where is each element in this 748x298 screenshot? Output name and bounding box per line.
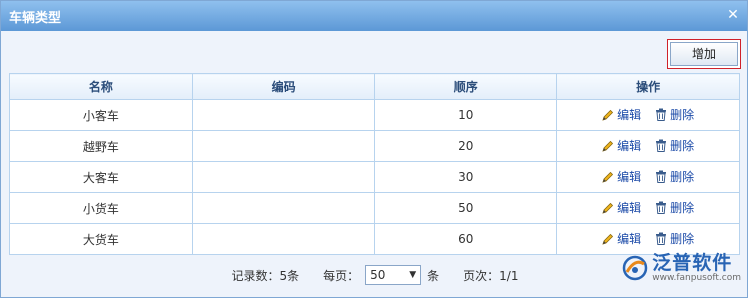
per-page-label: 每页： xyxy=(323,268,360,283)
trash-icon xyxy=(656,232,667,246)
edit-label: 编辑 xyxy=(617,139,642,154)
delete-link[interactable]: 删除 xyxy=(655,137,694,154)
pencil-icon xyxy=(602,233,614,245)
brand-name: 泛普软件 xyxy=(652,252,733,274)
page-size-value: 50 xyxy=(370,268,386,282)
vehicle-type-dialog: 车辆类型 ✕ 增加 名称 编码 顺序 操作 小客车 10 编辑 删除 越野车 2… xyxy=(0,0,748,298)
toolbar: 增加 xyxy=(667,39,741,69)
cell-code xyxy=(191,130,376,162)
table-header-row: 名称 编码 顺序 操作 xyxy=(9,73,740,100)
header-actions: 操作 xyxy=(556,73,740,100)
delete-link[interactable]: 删除 xyxy=(655,230,694,247)
page-size-select[interactable]: 50 ▼ xyxy=(365,265,422,285)
trash-icon xyxy=(656,139,667,153)
cell-actions: 编辑 删除 xyxy=(556,130,740,162)
delete-link[interactable]: 删除 xyxy=(655,168,694,185)
cell-name: 小货车 xyxy=(9,192,193,224)
cell-order: 20 xyxy=(374,130,558,162)
brand-logo: 泛普软件 www.fanpusoft.com xyxy=(622,253,741,283)
pencil-icon xyxy=(602,140,614,152)
header-name: 名称 xyxy=(9,73,193,100)
dialog-title: 车辆类型 xyxy=(9,10,62,26)
delete-label: 删除 xyxy=(670,108,695,123)
cell-actions: 编辑 删除 xyxy=(556,192,740,224)
pencil-icon xyxy=(602,202,614,214)
cell-code xyxy=(191,99,376,131)
delete-label: 删除 xyxy=(670,170,695,185)
cell-name: 大客车 xyxy=(9,161,193,193)
edit-label: 编辑 xyxy=(617,201,642,216)
table-row: 小货车 50 编辑 删除 xyxy=(9,192,740,224)
delete-label: 删除 xyxy=(670,201,695,216)
add-button-frame: 增加 xyxy=(667,39,741,69)
brand-text: 泛普软件 www.fanpusoft.com xyxy=(652,253,741,283)
table-row: 大客车 30 编辑 删除 xyxy=(9,161,740,193)
cell-order: 10 xyxy=(374,99,558,131)
trash-icon xyxy=(656,170,667,184)
edit-link[interactable]: 编辑 xyxy=(602,168,641,185)
header-order: 顺序 xyxy=(374,73,558,100)
chevron-down-icon: ▼ xyxy=(409,270,417,280)
edit-link[interactable]: 编辑 xyxy=(602,230,641,247)
fanpu-logo-icon xyxy=(623,255,648,281)
edit-label: 编辑 xyxy=(617,232,642,247)
pencil-icon xyxy=(602,109,614,121)
table-row: 大货车 60 编辑 删除 xyxy=(9,223,740,255)
delete-link[interactable]: 删除 xyxy=(655,106,694,123)
record-count: 记录数：5条 xyxy=(231,268,300,283)
trash-icon xyxy=(656,201,667,215)
brand-url: www.fanpusoft.com xyxy=(652,273,741,283)
delete-label: 删除 xyxy=(670,232,695,247)
delete-link[interactable]: 删除 xyxy=(655,199,694,216)
delete-label: 删除 xyxy=(670,139,695,154)
edit-label: 编辑 xyxy=(617,108,642,123)
cell-name: 越野车 xyxy=(9,130,193,162)
cell-name: 小客车 xyxy=(9,99,193,131)
dialog-titlebar: 车辆类型 ✕ xyxy=(1,1,747,31)
add-button[interactable]: 增加 xyxy=(670,42,738,66)
table-row: 越野车 20 编辑 删除 xyxy=(9,130,740,162)
cell-code xyxy=(191,161,376,193)
cell-name: 大货车 xyxy=(9,223,193,255)
cell-order: 50 xyxy=(374,192,558,224)
cell-actions: 编辑 删除 xyxy=(556,161,740,193)
cell-actions: 编辑 删除 xyxy=(556,99,740,131)
cell-actions: 编辑 删除 xyxy=(556,223,740,255)
edit-link[interactable]: 编辑 xyxy=(602,106,641,123)
trash-icon xyxy=(656,108,667,122)
edit-label: 编辑 xyxy=(617,170,642,185)
cell-order: 60 xyxy=(374,223,558,255)
cell-code xyxy=(191,192,376,224)
per-page-unit: 条 xyxy=(427,268,440,283)
pencil-icon xyxy=(602,171,614,183)
table-row: 小客车 10 编辑 删除 xyxy=(9,99,740,131)
header-code: 编码 xyxy=(191,73,376,100)
edit-link[interactable]: 编辑 xyxy=(602,199,641,216)
close-icon[interactable]: ✕ xyxy=(725,7,741,23)
cell-code xyxy=(191,223,376,255)
page-info: 页次：1/1 xyxy=(463,268,519,283)
cell-order: 30 xyxy=(374,161,558,193)
edit-link[interactable]: 编辑 xyxy=(602,137,641,154)
vehicle-type-table: 名称 编码 顺序 操作 小客车 10 编辑 删除 越野车 20 编辑 删除 大客… xyxy=(9,73,740,255)
